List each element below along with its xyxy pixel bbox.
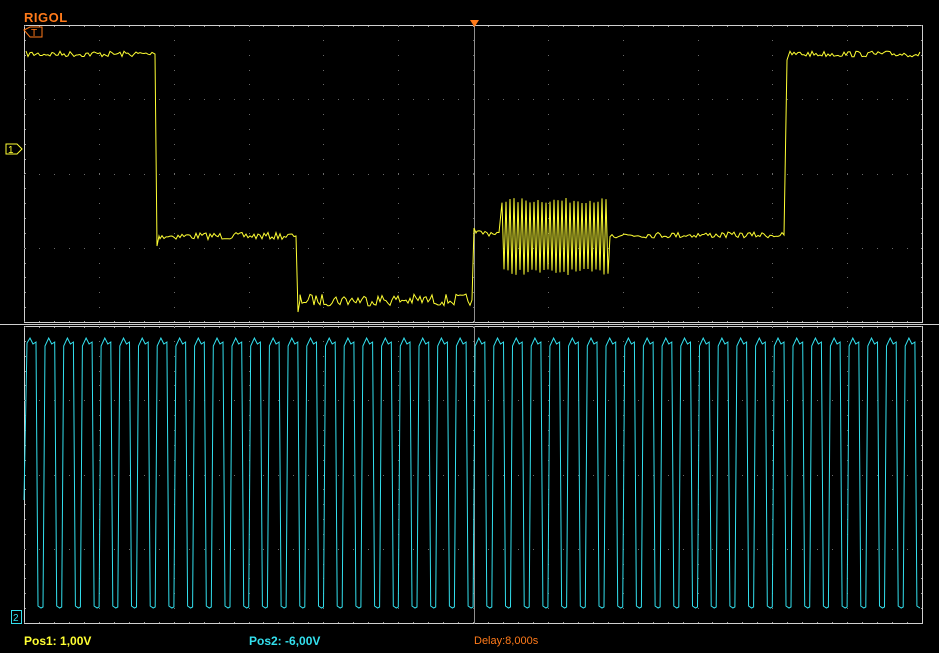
lower-window [23,326,923,624]
ch2-waveform [23,336,921,609]
pos2-label: Pos2: [249,634,282,648]
scope-display: T 1 2 [0,20,939,625]
ch2-marker-label: 2 [13,613,19,624]
pos1-value: 1,00V [60,634,92,648]
ch1-offset-marker[interactable]: 1 [5,143,23,156]
upper-window [24,25,923,323]
ch2-offset-marker[interactable]: 2 [11,610,22,625]
trigger-level-marker[interactable]: T [23,26,43,39]
ch1-waveform [25,50,921,313]
pos2-value: -6,00V [285,634,321,648]
trigger-marker-label: T [31,28,37,39]
ch1-marker-label: 1 [8,145,14,156]
pos1-label: Pos1: [24,634,57,648]
pos1-readout: Pos1: 1,00V [24,634,91,648]
pos2-readout: Pos2: -6,00V [249,634,320,648]
delay-readout: Delay:8,000s [474,635,539,647]
